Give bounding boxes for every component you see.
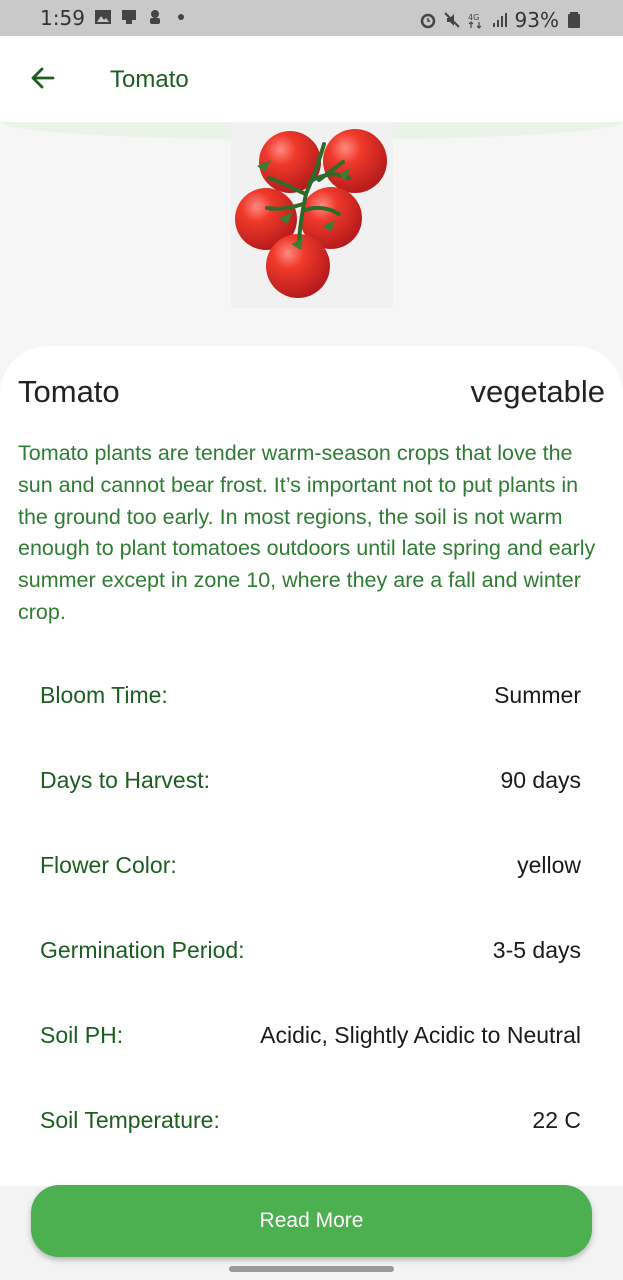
attribute-list: Bloom Time: Summer Days to Harvest: 90 d… [40,658,581,1168]
plant-image [231,122,393,308]
attribute-label: Days to Harvest: [40,767,210,793]
attribute-label: Soil Temperature: [40,1107,220,1133]
back-button[interactable] [24,60,60,96]
4g-icon: 4G [468,13,481,29]
arrow-back-icon [31,67,55,89]
attribute-value: Acidic, Slightly Acidic to Neutral [260,1022,581,1048]
attribute-row: Soil Temperature: 22 C [40,1083,581,1168]
attribute-value: 22 C [532,1107,581,1133]
hero-section [0,122,623,362]
home-indicator[interactable] [229,1266,394,1272]
signal-icon [492,13,507,27]
attribute-row: Flower Color: yellow [40,828,581,913]
attribute-label: Soil PH: [40,1022,124,1048]
attribute-value: Summer [494,682,581,708]
attribute-value: 3-5 days [492,937,581,963]
attribute-value: 90 days [500,767,581,793]
attribute-row: Soil PH: Acidic, Slightly Acidic to Neut… [40,998,581,1083]
attribute-value: yellow [517,852,581,878]
attribute-label: Flower Color: [40,852,177,878]
app-bar: Tomato [0,36,623,122]
attribute-row: Germination Period: 3-5 days [40,913,581,998]
tomato-image [235,129,387,298]
dot-icon [178,14,184,20]
cast-icon [122,10,136,24]
status-bar: 1:59 4G 93% [0,0,623,36]
plant-type: vegetable [470,374,605,409]
page-title: Tomato [110,66,189,93]
read-more-button[interactable]: Read More [31,1185,592,1257]
battery-percent: 93% [514,8,559,32]
battery-icon [568,12,580,28]
plant-details-card: Tomato vegetable Tomato plants are tende… [0,346,623,1206]
alarm-icon [420,13,435,29]
attribute-row: Days to Harvest: 90 days [40,743,581,828]
plant-description: Tomato plants are tender warm-season cro… [18,441,596,624]
attribute-label: Germination Period: [40,937,245,963]
mute-icon [443,12,460,28]
plant-name: Tomato [18,374,120,409]
image-icon [95,10,111,24]
attribute-label: Bloom Time: [40,682,168,708]
status-time: 1:59 [40,6,85,30]
attribute-row: Bloom Time: Summer [40,658,581,743]
svg-text:4G: 4G [468,13,479,22]
status-icons-right: 4G 93% [419,8,583,32]
status-icons-left [94,8,190,26]
notification-icon [150,10,160,24]
